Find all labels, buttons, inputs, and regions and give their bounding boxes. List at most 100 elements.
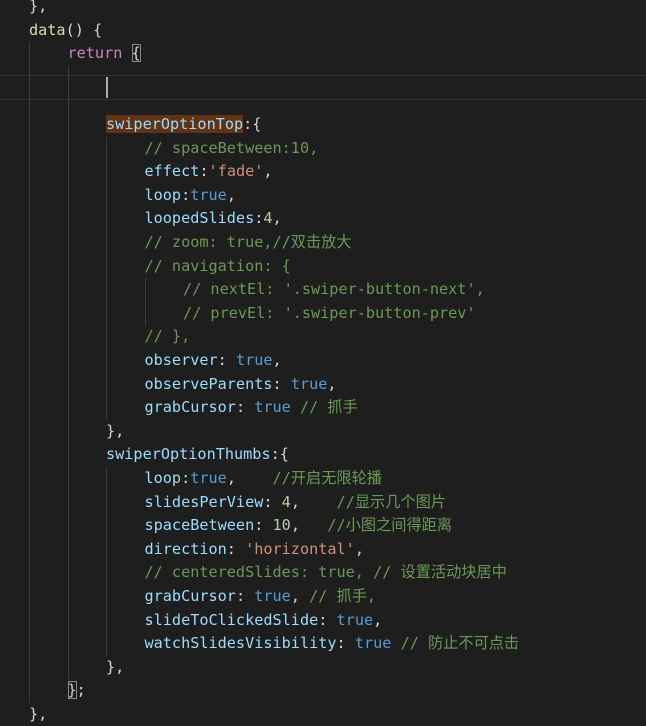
code-line[interactable]: spaceBetween: 10, //小图之间得距离 (145, 514, 453, 538)
code-token: , (272, 351, 282, 369)
code-line[interactable]: // prevEl: '.swiper-button-prev' (183, 302, 476, 326)
code-editor[interactable]: }, data() {return {swiperOptionTop:{// sp… (0, 0, 646, 726)
code-token: }, (106, 657, 125, 676)
code-line[interactable]: swiperOptionTop:{ (106, 113, 261, 137)
code-token: : (235, 398, 255, 417)
code-token: swiperOptionThumbs (106, 445, 271, 464)
code-token: swiperOptionTop (106, 115, 244, 133)
code-token: direction (144, 539, 227, 558)
code-token: true (290, 374, 328, 393)
code-token: : (263, 492, 282, 511)
code-line[interactable]: }, (106, 420, 124, 444)
code-token: }, (29, 0, 48, 15)
code-token: 10 (272, 516, 291, 535)
code-token: true (235, 351, 273, 369)
code-token: // 抓手, (309, 587, 377, 605)
code-token: }, (29, 705, 48, 723)
code-token: , (290, 587, 310, 605)
code-token: :{ (243, 115, 262, 133)
code-token: //显示几个图片 (336, 492, 446, 511)
code-token: data (29, 20, 66, 39)
code-line[interactable]: // nextEl: '.swiper-button-next', (183, 278, 485, 302)
code-line[interactable]: }, (29, 0, 47, 19)
code-token: , (272, 209, 282, 228)
code-token: //小图之间得距离 (327, 516, 453, 535)
code-line[interactable]: swiperOptionThumbs:{ (106, 443, 289, 467)
code-line[interactable]: // navigation: { (145, 255, 291, 279)
code-token: : (199, 162, 209, 181)
code-token: grabCursor (144, 587, 236, 605)
code-line[interactable]: grabCursor: true // 抓手 (145, 396, 358, 420)
indent-guide (67, 65, 69, 680)
code-token: slideToClickedSlide (144, 610, 319, 629)
code-token: , (226, 185, 236, 204)
code-token: // nextEl: '.swiper-button-next', (183, 280, 485, 299)
code-token: //开启无限轮播 (272, 469, 382, 487)
code-token: : (217, 351, 236, 369)
code-line[interactable]: }, (106, 656, 124, 680)
code-line[interactable]: loop:true, (145, 184, 236, 208)
code-token: effect (144, 162, 200, 181)
code-token: () { (65, 20, 103, 39)
code-line[interactable]: slideToClickedSlide: true, (145, 609, 383, 633)
code-token: observer (144, 351, 218, 369)
code-token: // 防止不可点击 (400, 634, 520, 653)
code-line[interactable]: return { (68, 42, 141, 66)
code-token: 4 (263, 209, 273, 228)
code-line[interactable]: }; (67, 679, 86, 703)
current-line-highlight (0, 75, 646, 100)
code-line[interactable]: observeParents: true, (145, 373, 337, 397)
code-line[interactable]: // spaceBetween:10, (145, 137, 319, 161)
code-token: : (272, 374, 291, 393)
code-token: , (290, 492, 337, 511)
code-line[interactable]: effect:'fade', (145, 160, 273, 184)
code-token: 'fade' (208, 162, 264, 181)
code-line[interactable]: watchSlidesVisibility: true // 防止不可点击 (145, 632, 520, 656)
code-line[interactable]: }, (29, 703, 47, 726)
indent-guide (106, 467, 107, 656)
code-token: , (354, 539, 364, 558)
code-line[interactable]: loop:true, //开启无限轮播 (145, 467, 382, 491)
code-token: true (254, 587, 291, 605)
code-token: // 抓手 (299, 398, 358, 417)
code-token: observeParents (144, 374, 273, 393)
code-line[interactable]: grabCursor: true, // 抓手, (145, 585, 377, 609)
code-token: }, (106, 421, 125, 440)
indent-guide (29, 42, 30, 703)
code-token: slidesPerView (144, 492, 264, 511)
code-token: : (336, 634, 355, 653)
code-line[interactable]: data() { (29, 19, 102, 43)
code-line[interactable]: // }, (145, 325, 191, 349)
code-token: loop (144, 185, 182, 204)
code-line[interactable]: slidesPerView: 4, //显示几个图片 (145, 491, 446, 515)
code-line[interactable]: // centeredSlides: true, // 设置活动块居中 (145, 561, 507, 585)
code-line[interactable]: // zoom: true,//双击放大 (145, 231, 352, 255)
code-line[interactable]: direction: 'horizontal', (145, 538, 364, 562)
code-token: // }, (144, 327, 191, 346)
code-token: loopedSlides (144, 209, 255, 228)
code-token: // zoom: true,//双击放大 (144, 233, 352, 251)
code-token: true (336, 610, 374, 629)
code-token: : (235, 587, 255, 605)
code-token: // navigation: { (144, 256, 291, 275)
code-token: : (181, 469, 191, 487)
indent-guide (106, 136, 107, 420)
code-line[interactable]: loopedSlides:4, (145, 207, 282, 231)
code-token: : (181, 185, 191, 204)
text-cursor (106, 77, 108, 98)
code-token: true (190, 185, 227, 204)
code-token: : (226, 539, 246, 558)
code-token: spaceBetween (144, 516, 255, 535)
code-token: ; (76, 681, 86, 700)
code-token: true (354, 634, 392, 653)
code-token: :{ (270, 445, 289, 464)
code-token: : (318, 610, 337, 629)
code-token: // prevEl: '.swiper-button-prev' (183, 303, 476, 322)
code-token: true (254, 398, 291, 417)
code-token: , (226, 469, 273, 487)
code-token: 4 (281, 492, 291, 511)
code-token: : (254, 516, 273, 535)
code-line[interactable]: observer: true, (145, 349, 282, 373)
